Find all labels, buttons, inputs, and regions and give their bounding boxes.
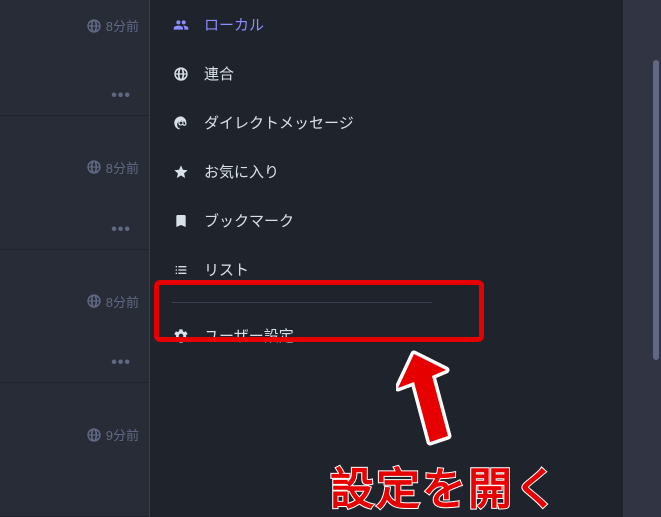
- nav-item-bookmarks[interactable]: ブックマーク: [162, 196, 452, 245]
- post-timestamp: 9分前: [85, 425, 139, 444]
- bookmark-icon: [172, 212, 190, 230]
- nav-item-direct[interactable]: ダイレクトメッセージ: [162, 98, 452, 147]
- globe-icon: [85, 292, 103, 310]
- nav-label: ブックマーク: [204, 210, 294, 231]
- timeline-post[interactable]: 8分前 •••: [0, 250, 149, 384]
- nav-label: お気に入り: [204, 161, 279, 182]
- post-time-text: 9分前: [106, 425, 139, 444]
- post-time-text: 8分前: [106, 16, 139, 35]
- nav-label: ユーザー設定: [204, 325, 294, 346]
- nav-list: ローカル 連合 ダイレクトメッセージ お気に入り ブックマーク: [162, 0, 452, 360]
- globe-icon: [172, 65, 190, 83]
- nav-label: ダイレクトメッセージ: [204, 112, 354, 133]
- post-time-text: 8分前: [106, 158, 139, 177]
- annotation-text: 設定を開く: [330, 453, 560, 517]
- post-timestamp: 8分前: [85, 16, 139, 35]
- gear-icon: [172, 327, 190, 345]
- globe-icon: [85, 426, 103, 444]
- nav-separator: [172, 302, 432, 303]
- nav-item-local[interactable]: ローカル: [162, 0, 452, 49]
- nav-item-settings[interactable]: ユーザー設定: [162, 311, 452, 360]
- nav-item-lists[interactable]: リスト: [162, 245, 452, 294]
- nav-label: リスト: [204, 259, 249, 280]
- nav-item-favourites[interactable]: お気に入り: [162, 147, 452, 196]
- navigation-column: ローカル 連合 ダイレクトメッセージ お気に入り ブックマーク: [150, 0, 623, 517]
- nav-label: 連合: [204, 63, 234, 84]
- list-icon: [172, 261, 190, 279]
- star-icon: [172, 163, 190, 181]
- timeline-post[interactable]: 8分前 •••: [0, 0, 149, 116]
- timeline-column: 8分前 ••• 8分前 ••• 8分前 ••• 9分前: [0, 0, 150, 517]
- users-icon: [172, 16, 190, 34]
- globe-icon: [85, 17, 103, 35]
- timeline-post[interactable]: 8分前 •••: [0, 116, 149, 250]
- nav-item-federated[interactable]: 連合: [162, 49, 452, 98]
- ellipsis-icon[interactable]: •••: [111, 354, 131, 372]
- post-timestamp: 8分前: [85, 158, 139, 177]
- ellipsis-icon[interactable]: •••: [111, 221, 131, 239]
- ellipsis-icon[interactable]: •••: [111, 87, 131, 105]
- timeline-post[interactable]: 9分前: [0, 383, 149, 517]
- adjacent-column-edge: [623, 0, 661, 517]
- nav-label: ローカル: [204, 14, 264, 35]
- at-icon: [172, 114, 190, 132]
- post-timestamp: 8分前: [85, 292, 139, 311]
- globe-icon: [85, 158, 103, 176]
- post-time-text: 8分前: [106, 292, 139, 311]
- annotation-arrow-icon: [396, 346, 466, 461]
- scrollbar-thumb[interactable]: [653, 60, 659, 360]
